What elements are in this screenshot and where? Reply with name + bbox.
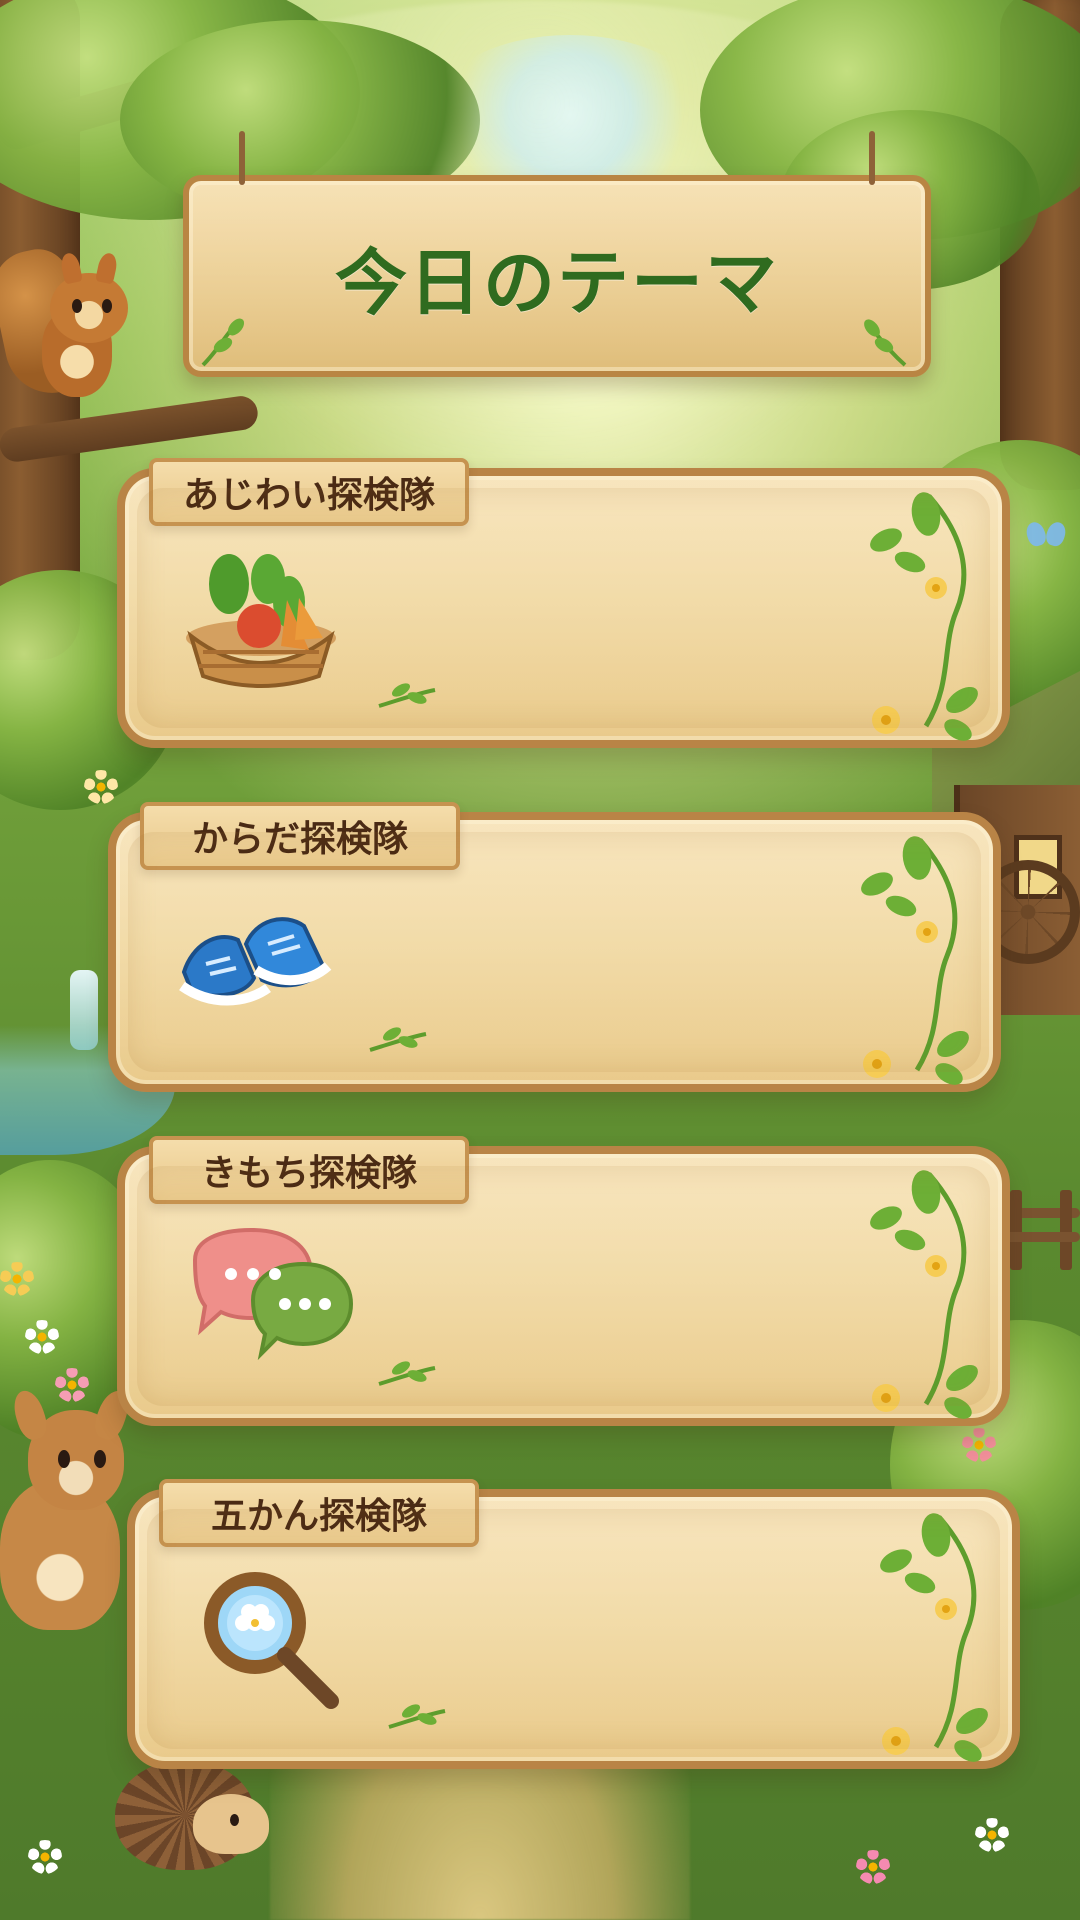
vine-icon: [880, 1513, 988, 1762]
vine-icon: [870, 1170, 978, 1419]
flower-icon: [962, 1428, 996, 1462]
vine-icon: [861, 836, 969, 1085]
theme-label: 五かん探検隊: [159, 1479, 479, 1547]
shoes-icon: [179, 917, 332, 1006]
sprig-icon: [388, 1704, 446, 1729]
flower-icon: [84, 770, 118, 804]
flower-icon: [0, 1262, 34, 1296]
squirrel-ear-right: [95, 251, 119, 285]
theme-label: あじわい探検隊: [149, 458, 469, 526]
flower-icon: [25, 1320, 59, 1354]
deer-eye-right: [94, 1450, 106, 1468]
waterfall: [70, 970, 98, 1050]
page-title: 今日のテーマ: [334, 240, 779, 325]
hedgehog-eye: [230, 1814, 239, 1826]
theme-label: からだ探検隊: [140, 802, 460, 870]
squirrel-eye-left: [72, 299, 82, 313]
sprig-icon: [378, 1361, 436, 1386]
fence-post: [1060, 1190, 1072, 1270]
deer-eye-left: [58, 1450, 70, 1468]
sprig-icon: [378, 683, 436, 708]
vine-icon: [870, 492, 978, 741]
hedgehog: [115, 1760, 285, 1890]
theme-card-body[interactable]: からだ探検隊: [108, 802, 1001, 1092]
title-sign: 今日のテーマ: [183, 131, 931, 377]
flower-icon: [856, 1850, 890, 1884]
magnifying-glass-icon: [204, 1572, 339, 1709]
chat-bubbles-icon: [192, 1227, 353, 1361]
fence-post: [1010, 1190, 1022, 1270]
squirrel: [0, 235, 155, 425]
theme-card-taste[interactable]: あじわい探検隊: [117, 458, 1010, 748]
sprig-icon: [369, 1027, 427, 1052]
vegetable-basket-icon: [186, 554, 336, 688]
squirrel-head: [50, 273, 128, 343]
leaf-vine-icon: [864, 319, 907, 367]
squirrel-eye-right: [102, 299, 112, 313]
theme-label: きもち探検隊: [149, 1136, 469, 1204]
butterfly-icon: [1027, 520, 1065, 550]
flower-icon: [975, 1818, 1009, 1852]
theme-card-five-senses[interactable]: 五かん探検隊: [127, 1479, 1020, 1769]
flower-icon: [28, 1840, 62, 1874]
leaf-vine-icon: [201, 318, 245, 367]
theme-card-feelings[interactable]: きもち探検隊: [117, 1136, 1010, 1426]
